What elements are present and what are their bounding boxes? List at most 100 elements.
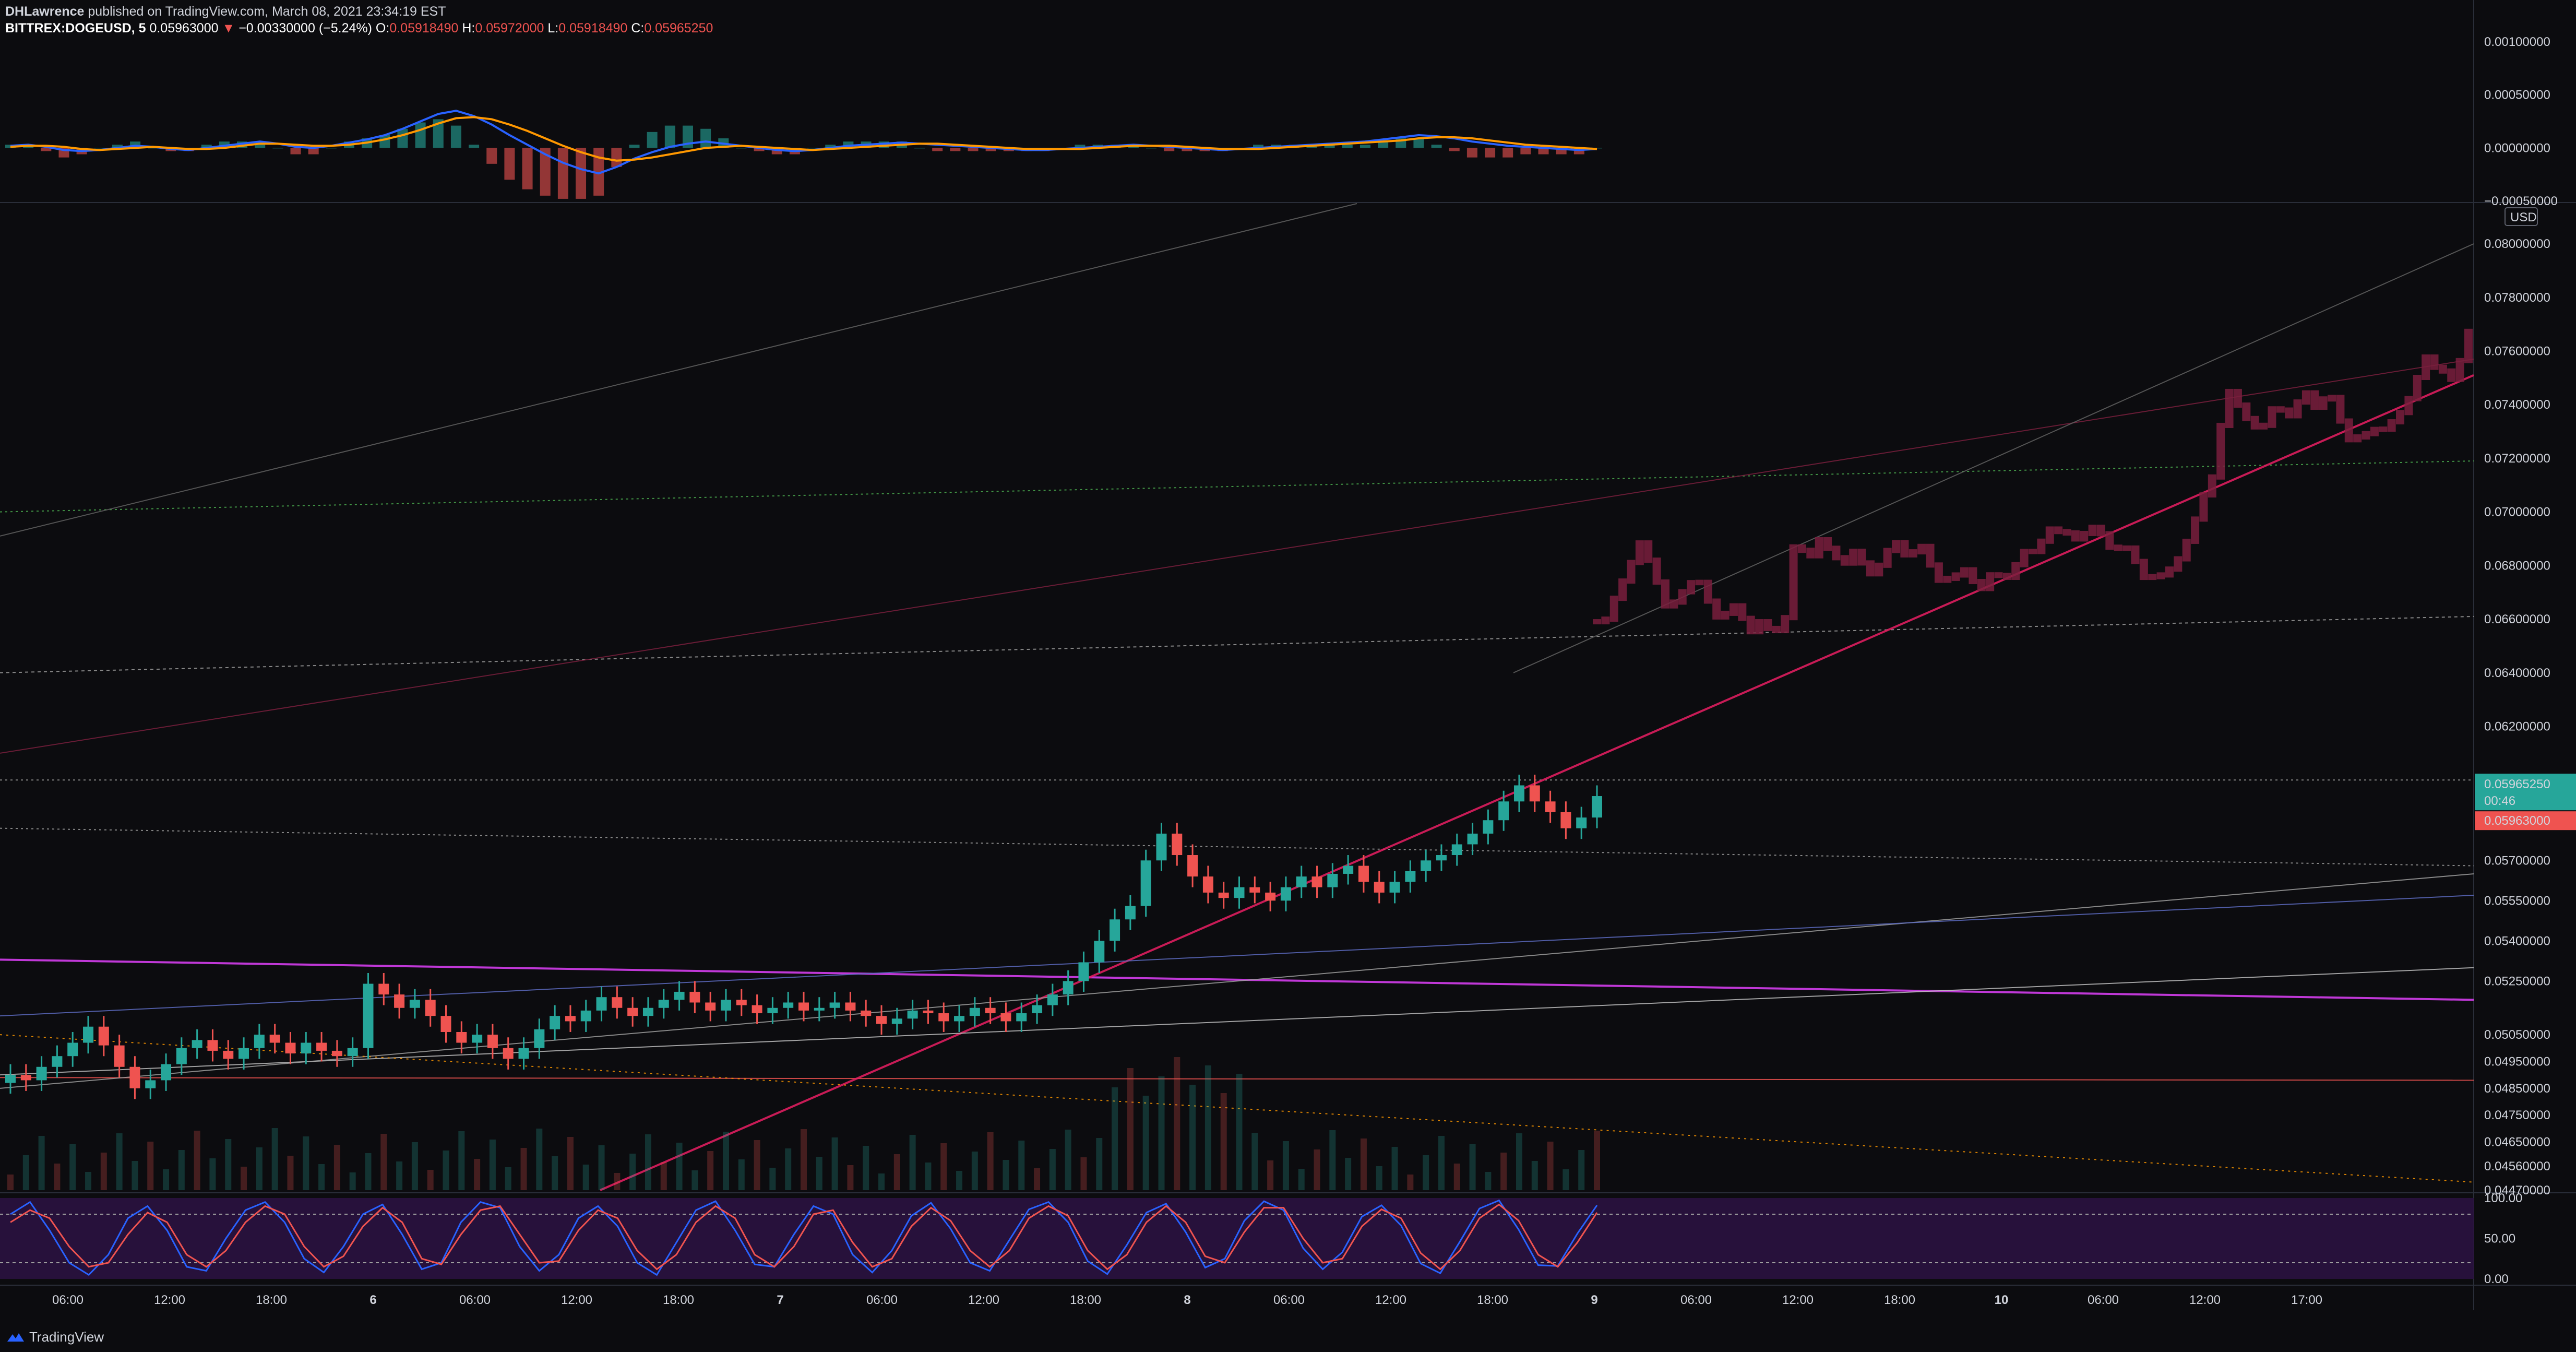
candle-body	[1032, 1005, 1043, 1014]
time-tick-label: 12:00	[154, 1293, 185, 1307]
candle-body	[409, 1000, 420, 1008]
candle-body	[1000, 1013, 1011, 1022]
projected-bar	[2029, 549, 2037, 554]
candle-body	[720, 1000, 731, 1011]
time-tick-label: 18:00	[1884, 1293, 1915, 1307]
volume-bar	[691, 1170, 698, 1190]
volume-bar	[1282, 1141, 1289, 1190]
volume-bar	[567, 1137, 574, 1190]
volume-bar	[1189, 1085, 1196, 1190]
candle-body	[331, 1050, 342, 1057]
volume-bar	[1049, 1149, 1056, 1190]
projected-bar	[2319, 396, 2328, 410]
candle-body	[5, 1075, 16, 1083]
tradingview-logo-icon	[7, 1333, 24, 1342]
candle-body	[1405, 871, 1416, 882]
projected-bar	[2259, 422, 2268, 430]
close-value: 0.05965250	[644, 21, 713, 35]
projected-bar	[1789, 544, 1798, 621]
projected-bar	[1772, 625, 1781, 634]
time-tick-label: 12:00	[2189, 1293, 2221, 1307]
price-tick-label: 0.04750000	[2484, 1108, 2550, 1122]
volume-bar	[1298, 1169, 1305, 1190]
candle-body	[612, 997, 623, 1008]
tradingview-brand: TradingView	[29, 1329, 104, 1345]
candle-body	[269, 1035, 280, 1043]
projected-bar	[1669, 599, 1678, 609]
volume-bar	[1453, 1164, 1460, 1190]
candle-body	[378, 983, 389, 995]
volume-bar	[520, 1148, 527, 1190]
volume-bar	[1547, 1142, 1554, 1190]
projected-bar	[2447, 368, 2456, 382]
volume-bar	[1469, 1144, 1476, 1190]
macd-histogram-bar	[1359, 145, 1370, 148]
volume-bar	[847, 1165, 854, 1190]
projected-bar	[1746, 615, 1755, 635]
volume-bar	[194, 1131, 200, 1190]
candle-body	[580, 1010, 591, 1022]
candle-body	[1016, 1013, 1027, 1022]
volume-bar	[1485, 1172, 1492, 1190]
candle-body	[456, 1031, 467, 1043]
macd-histogram-bar	[397, 128, 408, 148]
volume-bar	[1391, 1147, 1398, 1190]
candle-body	[1436, 855, 1447, 861]
time-tick-label: 06:00	[459, 1293, 491, 1307]
volume-bar	[411, 1142, 418, 1190]
candle-body	[301, 1042, 312, 1054]
projected-bar	[2071, 530, 2080, 542]
candle-body	[783, 1002, 794, 1008]
projected-bar	[1934, 562, 1943, 583]
volume-bar	[614, 1173, 621, 1190]
projected-bar	[2242, 402, 2251, 421]
candle-body	[394, 994, 405, 1008]
tradingview-logo[interactable]: TradingView	[6, 1329, 104, 1345]
candle-body	[1592, 796, 1602, 818]
candle-body	[1513, 785, 1524, 802]
time-tick-label: 10	[1995, 1293, 2009, 1307]
price-tick-label: 0.06400000	[2484, 666, 2550, 680]
projected-bar	[2404, 396, 2413, 416]
volume-bar	[287, 1156, 294, 1190]
volume-bar	[163, 1169, 170, 1190]
projected-bar	[1857, 549, 1866, 566]
candle-body	[223, 1050, 234, 1059]
projected-bar	[2310, 390, 2319, 410]
candle-body	[1249, 887, 1260, 893]
projected-bar	[2396, 410, 2405, 425]
low-label: L:	[547, 21, 559, 35]
volume-bar	[1034, 1168, 1041, 1190]
candle-body	[1358, 865, 1369, 882]
volume-bar	[1142, 1096, 1149, 1190]
author-name[interactable]: DHLawrence	[5, 4, 84, 19]
candle-body	[1280, 887, 1291, 901]
projected-bar	[2054, 526, 2063, 535]
time-tick-label: 7	[777, 1293, 783, 1307]
volume-bar	[85, 1172, 92, 1190]
symbol-label[interactable]: BITTREX:DOGEUSD, 5	[5, 21, 146, 35]
volume-bar	[1345, 1158, 1352, 1190]
candle-body	[845, 1002, 856, 1011]
time-tick-label: 12:00	[1782, 1293, 1814, 1307]
macd-histogram-bar	[450, 125, 461, 148]
candle-body	[1063, 981, 1074, 995]
projected-bar	[2268, 406, 2276, 428]
candle-body	[1451, 844, 1462, 856]
macd-histogram-bar	[1431, 145, 1442, 148]
candle-body	[52, 1056, 63, 1067]
macd-tick-label: −0.00050000	[2484, 194, 2558, 208]
candle-body	[1202, 876, 1213, 893]
candle-body	[114, 1045, 125, 1067]
time-tick-label: 06:00	[1273, 1293, 1305, 1307]
projected-bar	[2156, 572, 2165, 579]
projected-bar	[2430, 354, 2439, 370]
projected-bar	[2413, 375, 2422, 401]
projected-bar	[2353, 434, 2362, 443]
candle-body	[487, 1035, 498, 1048]
candle-body	[83, 1026, 94, 1043]
candle-body	[534, 1029, 545, 1048]
candle-body	[20, 1075, 31, 1081]
volume-bar	[318, 1164, 325, 1190]
volume-bar	[629, 1154, 636, 1190]
